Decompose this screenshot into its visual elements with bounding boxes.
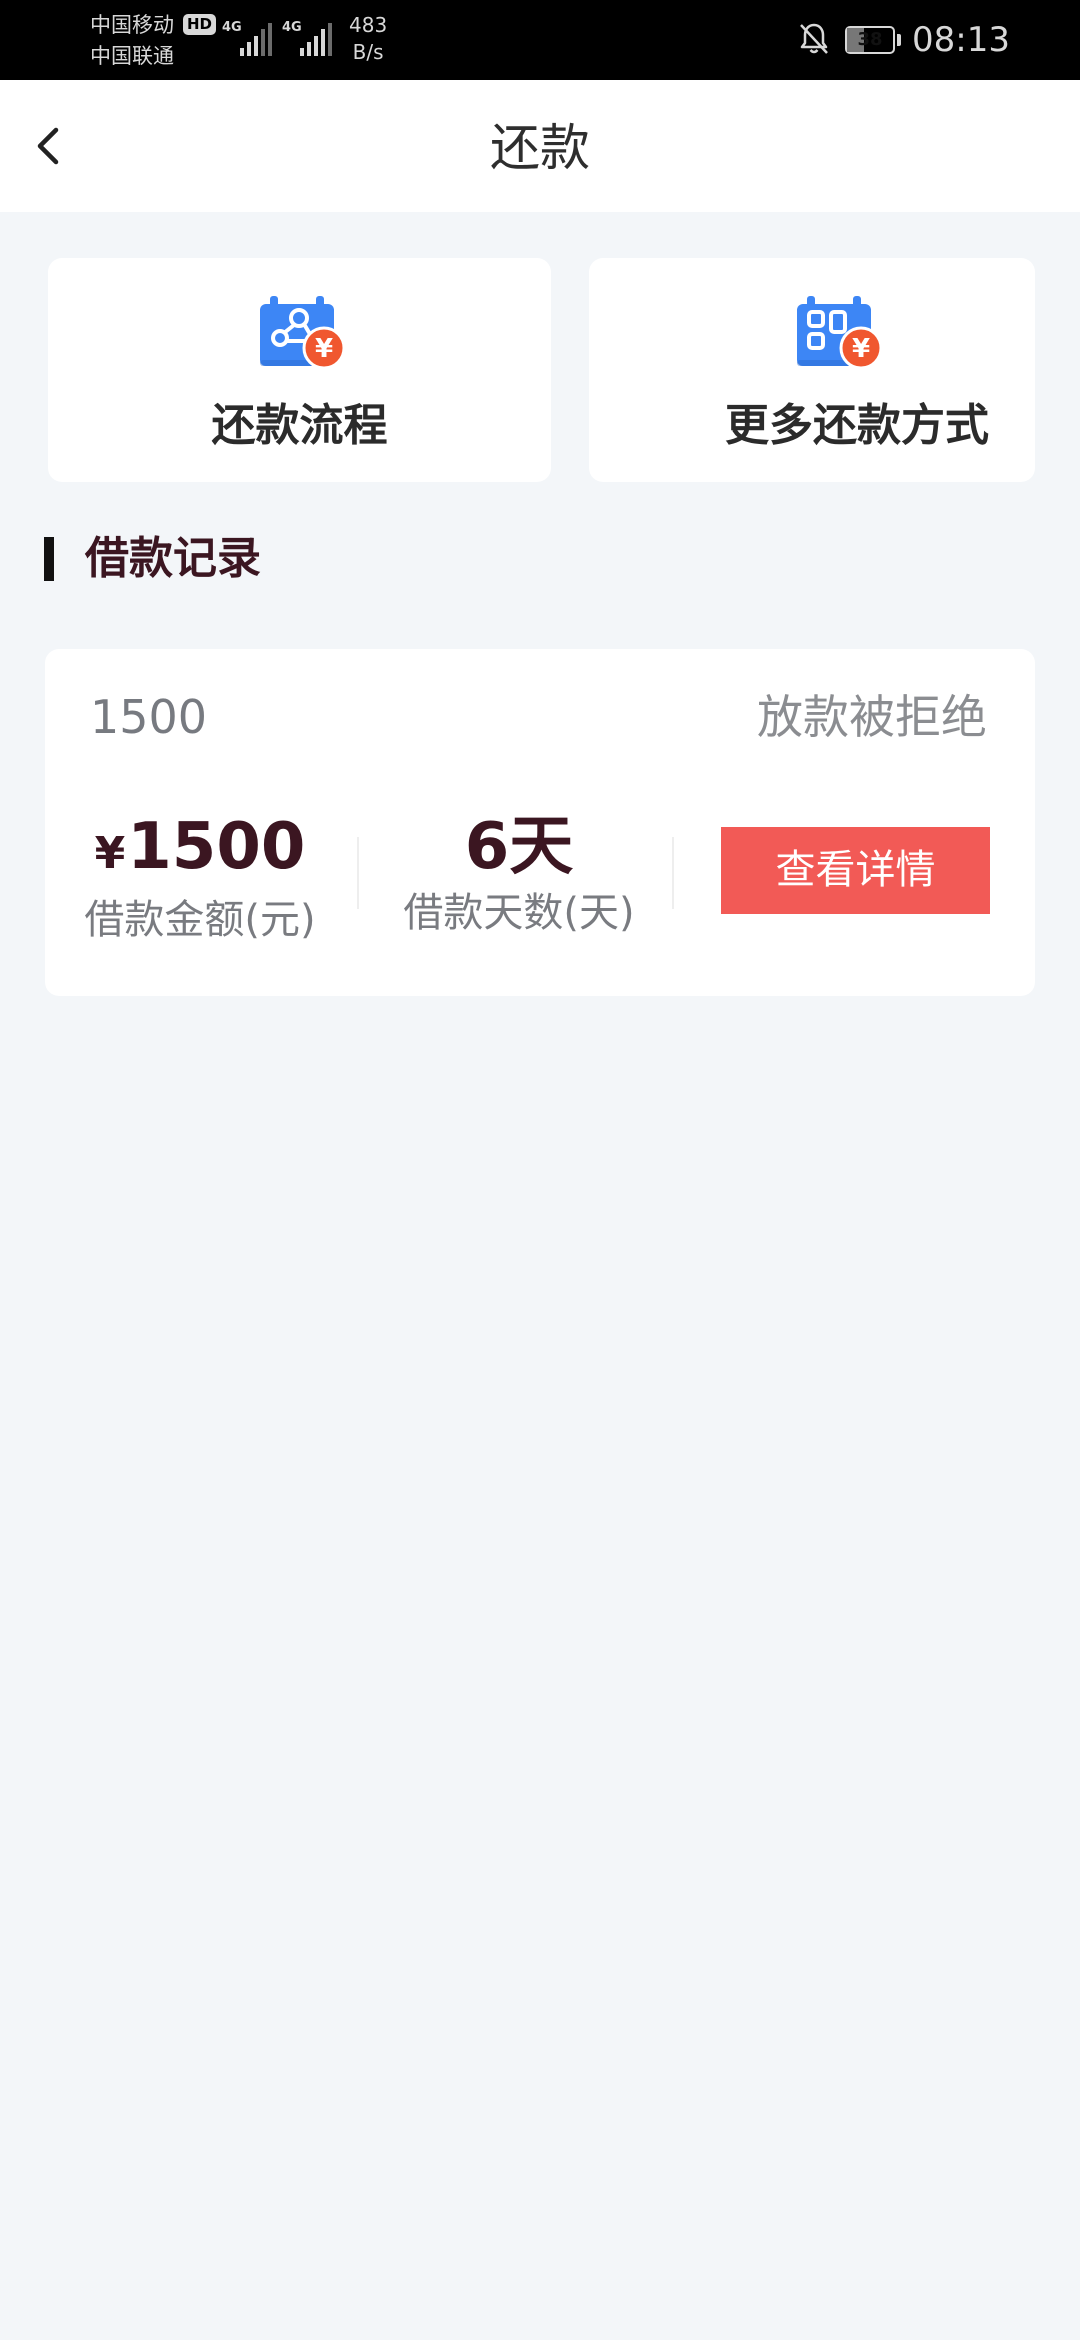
divider [672,837,674,909]
loan-days-stat: 6天 借款天数(天) [361,809,677,939]
battery-tip [897,34,901,46]
divider [357,837,359,909]
network-type-2: 4G [282,20,302,35]
speed-unit: B/s [352,40,384,64]
repayment-flow-label: 还款流程 [211,400,388,451]
loan-record-card[interactable]: 1500 放款被拒绝 ¥1500 借款金额(元) 6天 借款天数(天) 查看详情 [45,649,1035,996]
more-methods-icon: ¥ [797,296,883,370]
hd-badge: HD [183,14,217,35]
section-accent-bar [44,537,54,581]
loan-days-caption: 借款天数(天) [403,890,635,936]
carrier-names: 中国移动 中国联通 [90,10,174,72]
loan-amount-caption: 借款金额(元) [84,897,316,943]
network-speed: 483 B/s [349,12,387,66]
carrier-2: 中国联通 [90,44,174,68]
loan-amount-stat: ¥1500 借款金额(元) [45,809,355,946]
mute-bell-icon [800,23,828,54]
loan-days-value: 6天 [464,810,574,884]
signal-icon: 4G [222,20,276,56]
battery-icon: 38 [845,26,895,54]
currency-symbol: ¥ [94,828,126,879]
carrier-1: 中国移动 [90,13,174,37]
network-type-1: 4G [222,20,242,35]
section-title: 借款记录 [85,533,261,584]
view-details-button[interactable]: 查看详情 [721,827,990,914]
status-bar: 中国移动 中国联通 HD 4G 4G 483 B/s 38 08:13 [0,0,1080,80]
speed-value: 483 [349,13,388,37]
svg-text:¥: ¥ [315,334,333,364]
record-title: 1500 [90,690,208,744]
page-title: 还款 [490,119,590,177]
nav-header: 还款 [0,80,1080,212]
loan-amount-number: 1500 [127,810,306,884]
repayment-flow-card[interactable]: ¥ 还款流程 [48,258,551,482]
signal-icon-2: 4G [282,20,336,56]
svg-text:¥: ¥ [852,334,870,364]
record-status: 放款被拒绝 [757,690,987,744]
clock: 08:13 [912,20,1010,60]
more-methods-card[interactable]: ¥ 更多还款方式 [589,258,1035,482]
battery-level: 38 [857,29,883,50]
repayment-flow-icon: ¥ [260,296,346,370]
loan-amount-value: ¥1500 [45,809,355,892]
more-methods-label: 更多还款方式 [725,400,989,451]
